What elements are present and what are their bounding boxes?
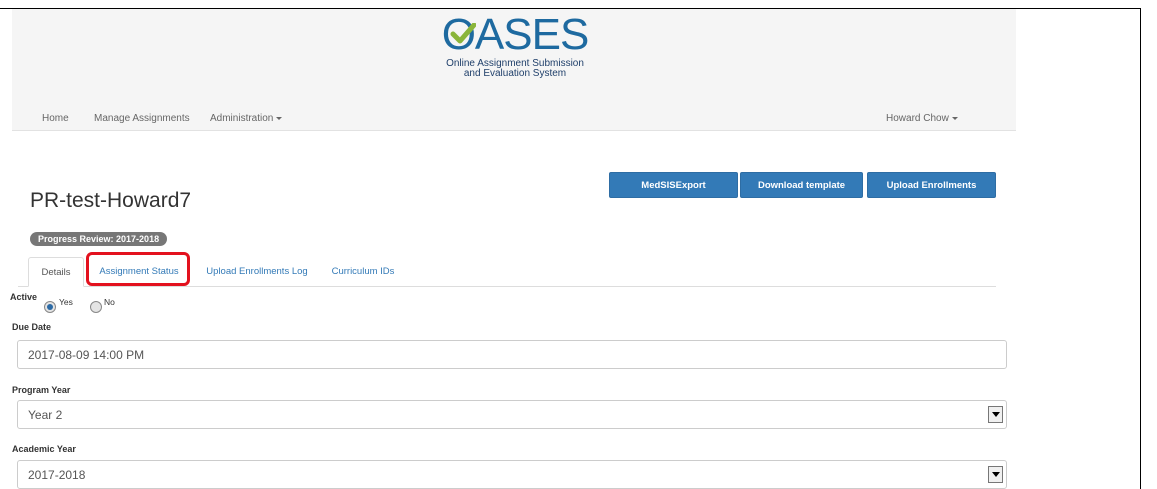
page-title: PR-test-Howard7 [30,189,192,212]
active-no-label: No [104,297,115,307]
logo-wordmark: OASES [441,10,590,59]
app-logo[interactable]: OASES Online Assignment Submission and E… [420,10,610,80]
download-template-button[interactable]: Download template [740,172,863,198]
upload-enrollments-button[interactable]: Upload Enrollments [867,172,996,198]
tab-upload-enrollments-log[interactable]: Upload Enrollments Log [198,257,316,286]
nav-manage-assignments[interactable]: Manage Assignments [94,113,190,124]
nav-administration[interactable]: Administration [210,113,283,124]
active-yes-radio[interactable] [44,301,56,313]
program-year-label: Program Year [12,385,71,395]
medsis-export-button[interactable]: MedSISExport [609,172,738,198]
academic-year-label: Academic Year [12,444,76,454]
nav-home[interactable]: Home [42,113,69,124]
tab-details[interactable]: Details [28,257,84,287]
frame-right-border [1140,8,1141,489]
tab-curriculum-ids[interactable]: Curriculum IDs [322,257,404,286]
active-no-radio[interactable] [90,301,102,313]
tab-assignment-status[interactable]: Assignment Status [89,257,189,286]
checkmark-icon [450,23,476,44]
due-date-label: Due Date [12,322,52,332]
dropdown-arrow-icon[interactable] [988,466,1003,483]
status-badge: Progress Review: 2017-2018 [30,232,168,246]
chevron-down-icon [276,116,283,120]
due-date-input[interactable]: 2017-08-09 14:00 PM [17,340,1007,369]
chevron-down-icon [951,116,958,120]
program-year-select[interactable]: Year 2 [17,400,1007,429]
logo-subtitle-line2: and Evaluation System [463,68,567,79]
header-navbar: OASES Online Assignment Submission and E… [12,9,1016,131]
active-label: Active [10,292,38,302]
academic-year-select[interactable]: 2017-2018 [17,460,1007,489]
nav-user-menu[interactable]: Howard Chow [886,113,958,124]
dropdown-arrow-icon[interactable] [988,406,1003,423]
active-yes-label: Yes [59,297,73,307]
tabs-divider [18,286,996,287]
